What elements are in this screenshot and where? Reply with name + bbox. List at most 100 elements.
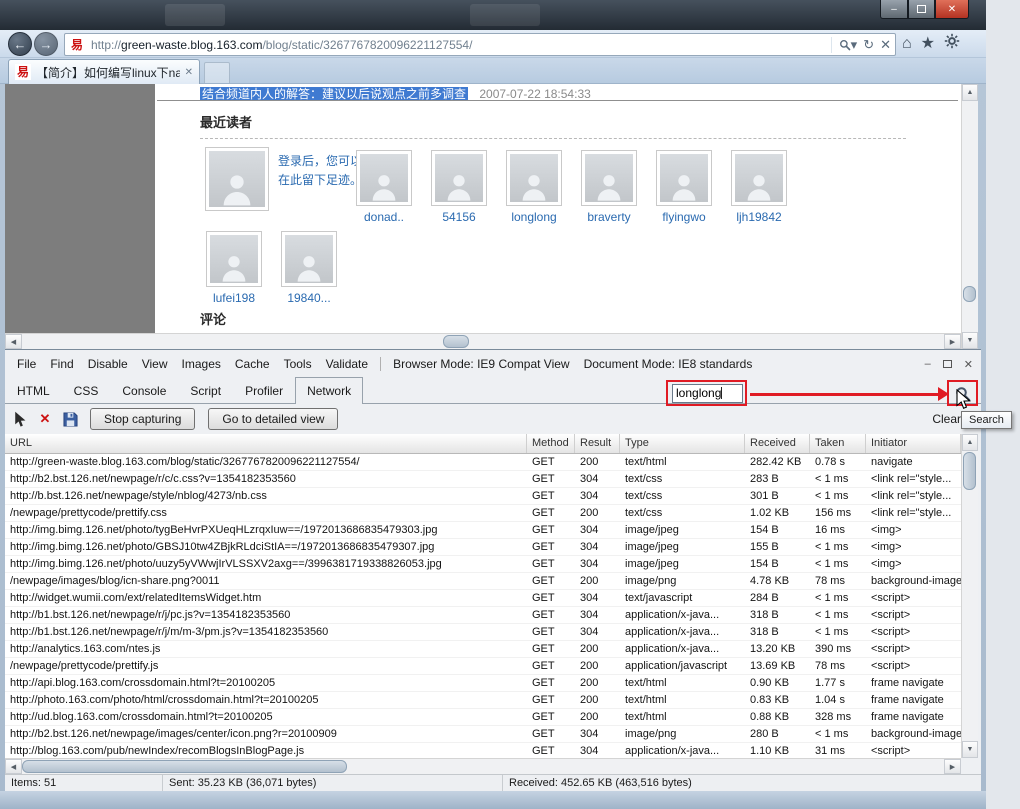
home-icon[interactable]: ⌂	[902, 33, 912, 55]
scroll-down-icon[interactable]: ▼	[962, 332, 978, 349]
header-initiator[interactable]: Initiator	[866, 434, 961, 453]
devtools-minimize-button[interactable]: –	[925, 358, 931, 370]
refresh-icon[interactable]: ↻	[863, 37, 874, 53]
maximize-button[interactable]	[908, 0, 935, 19]
back-button[interactable]: ←	[8, 32, 32, 56]
scroll-thumb[interactable]	[963, 286, 976, 302]
table-row[interactable]: http://img.bimg.126.net/photo/uuzy5yVWwj…	[5, 556, 961, 573]
devtools-restore-button[interactable]	[942, 360, 952, 368]
clear-entries-button[interactable]: ✕	[34, 408, 56, 430]
scroll-right-icon[interactable]: ▶	[944, 759, 961, 774]
devtools-horizontal-scrollbar[interactable]: ◀ ▶	[5, 758, 961, 774]
menu-item-file[interactable]: File	[10, 357, 43, 371]
devtools-tab-html[interactable]: HTML	[5, 377, 62, 403]
table-row[interactable]: http://img.bimg.126.net/photo/tygBeHvrPX…	[5, 522, 961, 539]
table-row[interactable]: http://b2.bst.126.net/newpage/r/c/c.css?…	[5, 471, 961, 488]
close-button[interactable]: ✕	[935, 0, 969, 19]
save-button[interactable]	[59, 408, 81, 430]
content-horizontal-scrollbar[interactable]: ◀ ▶	[5, 333, 961, 349]
menu-item-validate[interactable]: Validate	[319, 357, 375, 371]
scroll-thumb[interactable]	[963, 452, 976, 490]
scroll-right-icon[interactable]: ▶	[944, 334, 961, 349]
scroll-up-icon[interactable]: ▲	[962, 434, 978, 451]
forward-button[interactable]: →	[34, 32, 58, 56]
header-received[interactable]: Received	[745, 434, 810, 453]
settings-gear-icon[interactable]	[944, 33, 960, 56]
menu-item-disable[interactable]: Disable	[81, 357, 135, 371]
search-dropdown-icon[interactable]: ▾	[839, 37, 857, 53]
devtools-tab-script[interactable]: Script	[178, 377, 233, 403]
table-row[interactable]: http://api.blog.163.com/crossdomain.html…	[5, 675, 961, 692]
table-row[interactable]: /newpage/images/blog/icn-share.png?0011 G…	[5, 573, 961, 590]
devtools-close-button[interactable]: ✕	[964, 358, 973, 371]
table-row[interactable]: http://b2.bst.126.net/newpage/images/cen…	[5, 726, 961, 743]
reader-avatar[interactable]	[506, 150, 562, 206]
reader-name[interactable]: longlong	[505, 210, 563, 224]
minimize-button[interactable]: –	[880, 0, 908, 19]
header-url[interactable]: URL	[5, 434, 527, 453]
reader-avatar[interactable]	[731, 150, 787, 206]
reader-avatar[interactable]	[356, 150, 412, 206]
scroll-left-icon[interactable]: ◀	[5, 759, 22, 774]
menu-item-images[interactable]: Images	[175, 357, 228, 371]
reader-name[interactable]: flyingwo	[655, 210, 713, 224]
reader-avatar[interactable]	[281, 231, 337, 287]
menu-item-tools[interactable]: Tools	[277, 357, 319, 371]
scroll-thumb[interactable]	[443, 335, 469, 348]
reader-name[interactable]: braverty	[580, 210, 638, 224]
table-row[interactable]: http://img.bimg.126.net/photo/GBSJ10tw4Z…	[5, 539, 961, 556]
table-row[interactable]: http://widget.wumii.com/ext/relatedItems…	[5, 590, 961, 607]
reader-name[interactable]: 54156	[430, 210, 488, 224]
table-row[interactable]: /newpage/prettycode/prettify.css GET 200 te…	[5, 505, 961, 522]
table-row[interactable]: http://green-waste.blog.163.com/blog/sta…	[5, 454, 961, 471]
browser-mode-menu[interactable]: Browser Mode: IE9 Compat View	[386, 357, 577, 371]
reader-avatar[interactable]	[431, 150, 487, 206]
address-bar[interactable]: 易 http://green-waste.blog.163.com/blog/s…	[64, 33, 896, 56]
table-row[interactable]: /newpage/prettycode/prettify.js GET 200 app…	[5, 658, 961, 675]
table-row[interactable]: http://b.bst.126.net/newpage/style/nblog…	[5, 488, 961, 505]
devtools-tab-css[interactable]: CSS	[62, 377, 111, 403]
header-result[interactable]: Result	[575, 434, 620, 453]
new-tab-button[interactable]	[204, 62, 230, 83]
devtools-tab-network[interactable]: Network	[295, 377, 364, 404]
header-type[interactable]: Type	[620, 434, 745, 453]
menu-item-find[interactable]: Find	[43, 357, 80, 371]
select-element-button[interactable]	[9, 408, 31, 430]
titlebar[interactable]: – ✕	[0, 0, 986, 30]
guest-avatar[interactable]	[205, 147, 269, 212]
devtools-vertical-scrollbar[interactable]: ▲ ▼	[961, 434, 978, 758]
table-row[interactable]: http://b1.bst.126.net/newpage/r/j/pc.js?…	[5, 607, 961, 624]
header-method[interactable]: Method	[527, 434, 575, 453]
devtools-tab-console[interactable]: Console	[110, 377, 178, 403]
reader-avatar[interactable]	[581, 150, 637, 206]
reader-name[interactable]: ljh19842	[730, 210, 788, 224]
reader-avatar[interactable]	[656, 150, 712, 206]
devtools-tab-profiler[interactable]: Profiler	[233, 377, 295, 403]
scroll-thumb[interactable]	[22, 760, 347, 773]
menu-item-view[interactable]: View	[135, 357, 175, 371]
content-vertical-scrollbar[interactable]: ▲ ▼	[961, 84, 978, 349]
tab-close-icon[interactable]: ✕	[185, 67, 193, 78]
reader-name[interactable]: 19840...	[280, 291, 338, 305]
stop-icon[interactable]: ✕	[880, 37, 891, 53]
scroll-up-icon[interactable]: ▲	[962, 84, 978, 101]
menu-item-cache[interactable]: Cache	[228, 357, 277, 371]
table-row[interactable]: http://analytics.163.com/ntes.js GET 200 ap…	[5, 641, 961, 658]
login-link[interactable]: 在此留下足迹。	[278, 171, 362, 190]
login-link[interactable]: 登录后，您可以	[278, 152, 362, 171]
reader-avatar[interactable]	[206, 231, 262, 287]
table-row[interactable]: http://photo.163.com/photo/html/crossdom…	[5, 692, 961, 709]
header-taken[interactable]: Taken	[810, 434, 866, 453]
scroll-left-icon[interactable]: ◀	[5, 334, 22, 349]
detailed-view-button[interactable]: Go to detailed view	[208, 408, 339, 430]
reader-name[interactable]: lufei198	[205, 291, 263, 305]
stop-capturing-button[interactable]: Stop capturing	[90, 408, 196, 430]
reader-name[interactable]: donad..	[355, 210, 413, 224]
scroll-down-icon[interactable]: ▼	[962, 741, 978, 758]
favorites-icon[interactable]: ★	[921, 33, 935, 55]
table-row[interactable]: http://b1.bst.126.net/newpage/r/j/m/m-3/…	[5, 624, 961, 641]
document-mode-menu[interactable]: Document Mode: IE8 standards	[577, 357, 760, 371]
table-row[interactable]: http://ud.blog.163.com/crossdomain.html?…	[5, 709, 961, 726]
browser-tab[interactable]: 易 【简介】如何编写linux下na... ✕	[8, 59, 200, 84]
table-row[interactable]: http://blog.163.com/pub/newIndex/recomBl…	[5, 743, 961, 758]
